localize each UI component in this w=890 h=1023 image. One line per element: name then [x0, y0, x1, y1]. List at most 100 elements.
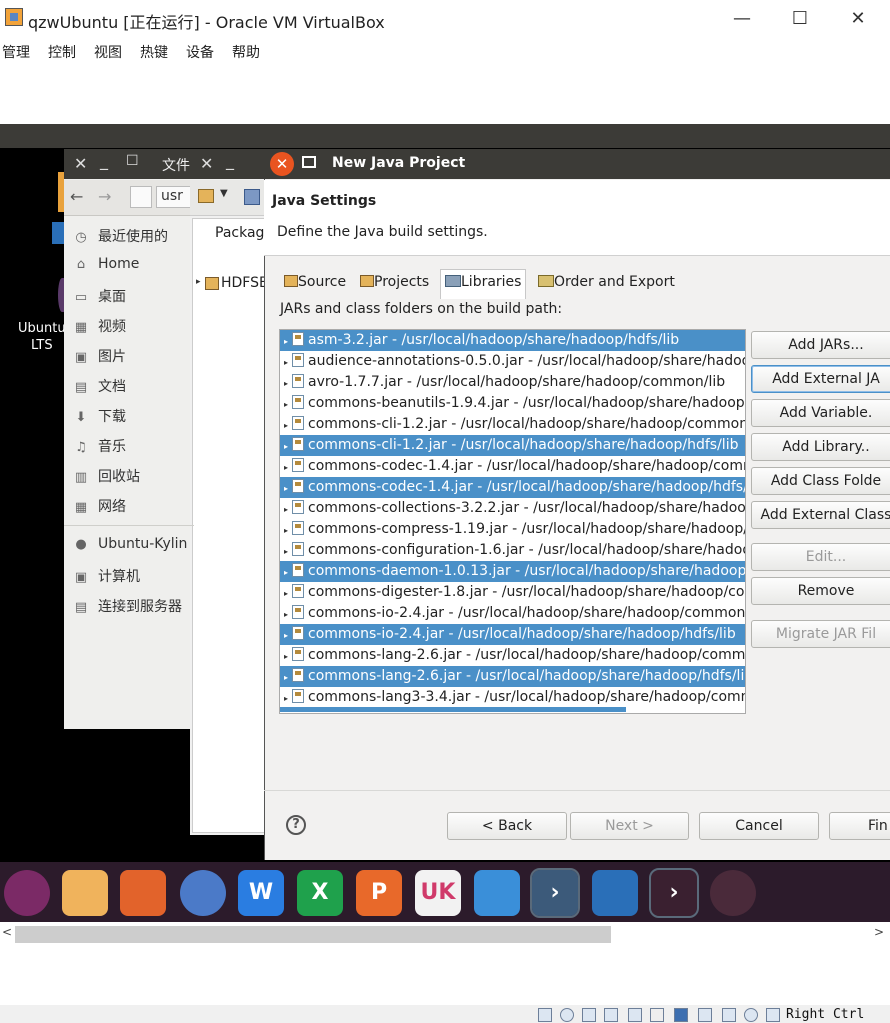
jar-row[interactable]: ▸ commons-compress-1.19.jar - /usr/local/…: [280, 519, 745, 540]
minimize-icon[interactable]: _: [226, 151, 234, 170]
menu-manage[interactable]: 管理: [2, 42, 30, 62]
sidebar-item-4[interactable]: ▣ 图片: [72, 346, 192, 370]
side-button-0[interactable]: Add JARs...: [751, 331, 890, 359]
jar-row[interactable]: ▸ commons-digester-1.8.jar - /usr/local/h…: [280, 582, 745, 603]
kylin-assistant-icon[interactable]: [474, 870, 520, 916]
maximize-icon[interactable]: [302, 156, 316, 168]
sidebar-item-6[interactable]: ⬇ 下载: [72, 406, 192, 430]
network-icon[interactable]: [604, 1008, 618, 1022]
side-button-8[interactable]: Migrate JAR Fil: [751, 620, 890, 648]
audio-icon[interactable]: [582, 1008, 596, 1022]
sidebar-item-11[interactable]: ▣ 计算机: [72, 566, 192, 590]
expand-arrow-icon[interactable]: ▸: [280, 541, 292, 561]
shared-folder-icon[interactable]: [650, 1008, 664, 1022]
expand-arrow-icon[interactable]: ▸: [280, 646, 292, 666]
usb-icon[interactable]: [628, 1008, 642, 1022]
sidebar-item-3[interactable]: ▦ 视频: [72, 316, 192, 340]
sidebar-item-2[interactable]: ▭ 桌面: [72, 286, 192, 310]
side-button-5[interactable]: Add External Class: [751, 501, 890, 529]
jar-row[interactable]: ▸ commons-io-2.4.jar - /usr/local/hadoop/…: [280, 603, 745, 624]
expand-arrow-icon[interactable]: ▸: [280, 562, 292, 582]
new-icon[interactable]: [198, 189, 214, 203]
side-button-2[interactable]: Add Variable.: [751, 399, 890, 427]
side-button-7[interactable]: Remove: [751, 577, 890, 605]
menu-devices[interactable]: 设备: [186, 42, 214, 62]
close-icon[interactable]: ✕: [200, 154, 213, 173]
expand-arrow-icon[interactable]: ▸: [196, 277, 201, 287]
sidebar-item-0[interactable]: ◷ 最近使用的: [72, 226, 192, 250]
dropdown-arrow-icon[interactable]: ▼: [220, 188, 228, 199]
tab-source[interactable]: Source: [280, 270, 350, 298]
menu-help[interactable]: 帮助: [232, 42, 260, 62]
menu-hotkey[interactable]: 热键: [140, 42, 168, 62]
scrollbar-thumb[interactable]: [15, 926, 611, 943]
side-button-1[interactable]: Add External JA: [751, 365, 890, 393]
jar-row[interactable]: ▸ audience-annotations-0.5.0.jar - /usr/l…: [280, 351, 745, 372]
sidebar-item-8[interactable]: ▥ 回收站: [72, 466, 192, 490]
jar-row[interactable]: ▸ commons-cli-1.2.jar - /usr/local/hadoop…: [280, 414, 745, 435]
tab-order-export[interactable]: Order and Export: [534, 270, 679, 298]
tab-projects[interactable]: Projects: [356, 270, 433, 298]
dvd-icon[interactable]: [710, 870, 756, 916]
files-icon[interactable]: [62, 870, 108, 916]
expand-arrow-icon[interactable]: ▸: [280, 436, 292, 456]
menu-view[interactable]: 视图: [94, 42, 122, 62]
software-center-icon[interactable]: UK: [415, 870, 461, 916]
wps-presentation-icon[interactable]: P: [356, 870, 402, 916]
workspace-icon[interactable]: [592, 870, 638, 916]
jar-row[interactable]: ▸ commons-lang-2.6.jar - /usr/local/hadoo…: [280, 666, 745, 687]
chromium-icon[interactable]: [180, 870, 226, 916]
back-button[interactable]: < Back: [447, 812, 567, 840]
jar-row[interactable]: ▸ commons-codec-1.4.jar - /usr/local/hado…: [280, 477, 745, 498]
side-button-3[interactable]: Add Library..: [751, 433, 890, 461]
cancel-button[interactable]: Cancel: [699, 812, 819, 840]
expand-arrow-icon[interactable]: ▸: [280, 373, 292, 393]
tab-libraries[interactable]: Libraries: [440, 269, 527, 299]
sidebar-item-7[interactable]: ♫ 音乐: [72, 436, 192, 460]
side-button-6[interactable]: Edit...: [751, 543, 890, 571]
jar-row[interactable]: ▸ commons-daemon-1.0.13.jar - /usr/local/…: [280, 561, 745, 582]
save-icon[interactable]: [244, 189, 260, 205]
close-icon[interactable]: ✕: [74, 154, 87, 173]
package-explorer-tab[interactable]: Packag: [215, 225, 264, 241]
menu-control[interactable]: 控制: [48, 42, 76, 62]
expand-arrow-icon[interactable]: ▸: [280, 583, 292, 603]
firefox-icon[interactable]: [120, 870, 166, 916]
project-tree-item[interactable]: HDFSE: [221, 275, 268, 291]
mouse-integration-icon[interactable]: [744, 1008, 758, 1022]
expand-arrow-icon[interactable]: ▸: [280, 394, 292, 414]
display-icon[interactable]: [674, 1008, 688, 1022]
back-arrow-icon[interactable]: ←: [70, 187, 83, 206]
wps-spreadsheet-icon[interactable]: X: [297, 870, 343, 916]
help-icon[interactable]: ?: [286, 815, 306, 835]
jar-row[interactable]: ▸ asm-3.2.jar - /usr/local/hadoop/share/h…: [280, 330, 745, 351]
remote-icon[interactable]: ›: [649, 868, 699, 918]
finish-button[interactable]: Fin: [829, 812, 890, 840]
close-icon[interactable]: ✕: [270, 152, 294, 176]
wps-writer-icon[interactable]: W: [238, 870, 284, 916]
jar-row[interactable]: ▸ commons-codec-1.4.jar - /usr/local/hado…: [280, 456, 745, 477]
next-button[interactable]: Next >: [570, 812, 689, 840]
expand-arrow-icon[interactable]: ▸: [280, 667, 292, 687]
expand-arrow-icon[interactable]: ▸: [280, 478, 292, 498]
forward-arrow-icon[interactable]: →: [98, 187, 111, 206]
expand-arrow-icon[interactable]: ▸: [280, 457, 292, 477]
jar-list[interactable]: ▸ asm-3.2.jar - /usr/local/hadoop/share/h…: [279, 329, 746, 714]
sidebar-item-9[interactable]: ▦ 网络: [72, 496, 192, 520]
side-button-4[interactable]: Add Class Folde: [751, 467, 890, 495]
jar-row[interactable]: ▸ commons-collections-3.2.2.jar - /usr/lo…: [280, 498, 745, 519]
expand-arrow-icon[interactable]: ▸: [280, 415, 292, 435]
jar-row[interactable]: ▸ avro-1.7.7.jar - /usr/local/hadoop/shar…: [280, 372, 745, 393]
expand-arrow-icon[interactable]: ▸: [280, 625, 292, 645]
sidebar-item-5[interactable]: ▤ 文档: [72, 376, 192, 400]
recording-icon[interactable]: [698, 1008, 712, 1022]
sidebar-item-1[interactable]: ⌂ Home: [72, 256, 192, 280]
scroll-left-arrow-icon[interactable]: <: [2, 925, 12, 939]
jar-row[interactable]: ▸ commons-lang3-3.4.jar - /usr/local/hado…: [280, 687, 745, 708]
jar-row[interactable]: ▸ commons-io-2.4.jar - /usr/local/hadoop/…: [280, 624, 745, 645]
optical-drive-icon[interactable]: [560, 1008, 574, 1022]
minimize-icon[interactable]: _: [100, 151, 108, 170]
jar-row[interactable]: ▸ commons-configuration-1.6.jar - /usr/lo…: [280, 540, 745, 561]
cpu-icon[interactable]: [722, 1008, 736, 1022]
expand-arrow-icon[interactable]: ▸: [280, 331, 292, 351]
